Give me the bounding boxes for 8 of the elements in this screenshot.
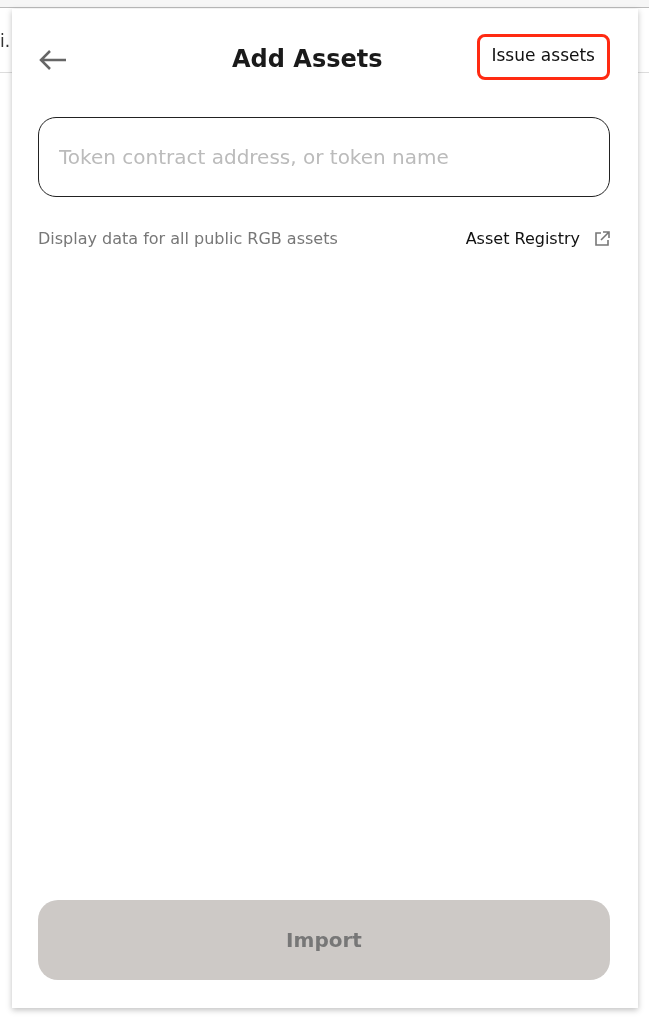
issue-assets-button[interactable]: Issue assets bbox=[476, 34, 610, 80]
external-link-icon bbox=[594, 231, 610, 247]
info-text: Display data for all public RGB assets bbox=[38, 228, 338, 250]
asset-registry-link[interactable]: Asset Registry bbox=[465, 227, 610, 251]
page-title: Add Assets bbox=[232, 44, 383, 74]
back-arrow-icon[interactable] bbox=[38, 47, 68, 71]
background-text: i. bbox=[0, 30, 11, 53]
search-field[interactable]: Token contract address, or token name bbox=[38, 117, 610, 197]
